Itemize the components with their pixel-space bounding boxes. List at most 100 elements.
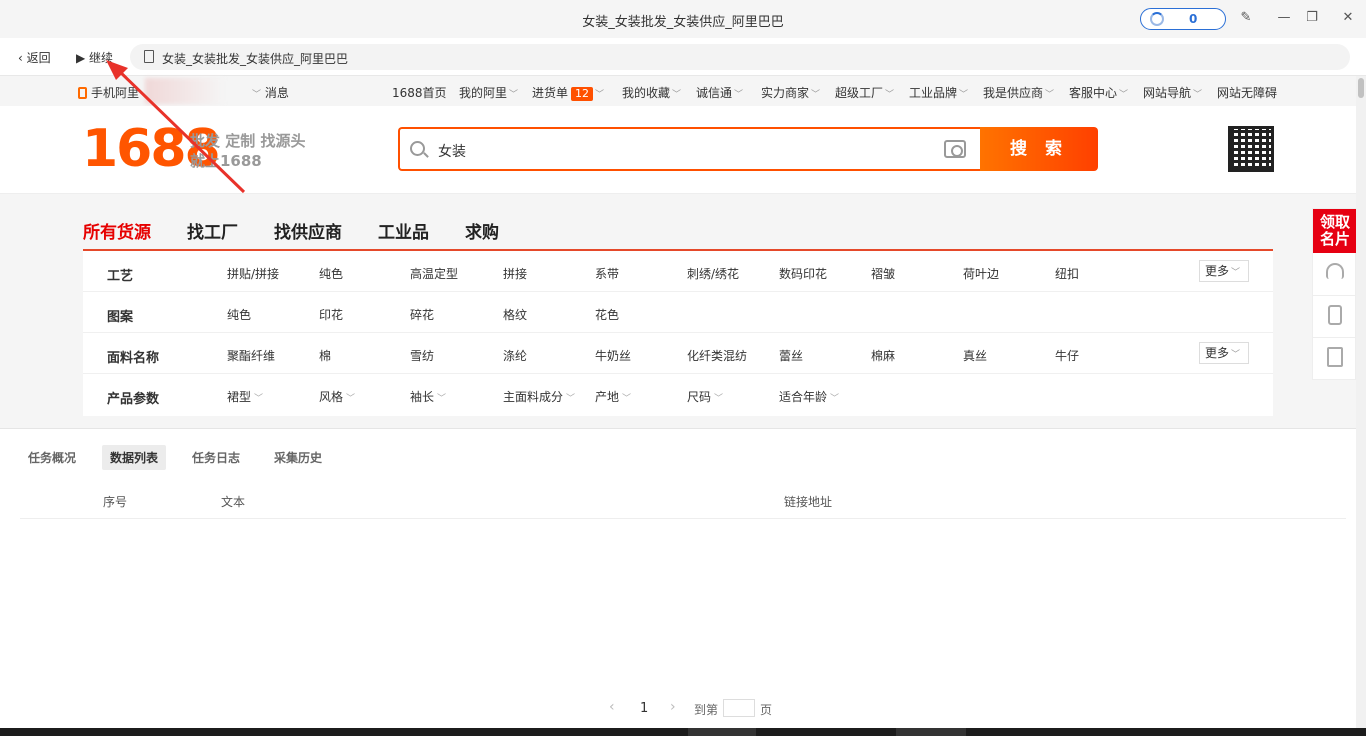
maximize-icon[interactable]: ❐: [1304, 10, 1320, 26]
tab-find-supplier[interactable]: 找供应商: [274, 218, 342, 243]
more-button[interactable]: 更多 ﹀: [1199, 342, 1249, 364]
dropdown-label: 裙型: [227, 390, 252, 404]
chevron-down-icon: ﹀: [1193, 90, 1203, 100]
filter-dropdown[interactable]: 袖长 ﹀: [410, 388, 446, 405]
filter-option[interactable]: 荷叶边: [963, 265, 999, 282]
browser-app: 女装_女装批发_女装供应_阿里巴巴 0 ✎ — ❐ ✕ ‹ 返回 ▶ 继续 女装…: [0, 0, 1366, 736]
chevron-down-icon: ﹀: [254, 394, 264, 404]
top-link-my-ali[interactable]: 我的阿里 ﹀: [459, 84, 518, 101]
tab-task-log[interactable]: 任务日志: [184, 445, 248, 470]
filter-dropdown[interactable]: 适合年龄 ﹀: [779, 388, 839, 405]
filter-label: 产品参数: [107, 392, 160, 407]
tab-data-list[interactable]: 数据列表: [102, 445, 167, 470]
tab-industrial[interactable]: 工业品: [378, 218, 429, 243]
edit-icon[interactable]: ✎: [1238, 10, 1254, 26]
tab-collect-history[interactable]: 采集历史: [266, 445, 330, 470]
chevron-down-icon: ﹀: [811, 90, 821, 100]
top-link-cart[interactable]: 进货单 12 ﹀: [532, 84, 604, 101]
search-button[interactable]: 搜 索: [980, 127, 1098, 171]
chevron-down-icon: ﹀: [734, 90, 744, 100]
taskbar-app[interactable]: [896, 728, 966, 736]
goto-label: 到第: [694, 703, 719, 717]
top-link-service[interactable]: 客服中心 ﹀: [1069, 84, 1128, 101]
dropdown-label: 产地: [595, 390, 620, 404]
filter-option[interactable]: 牛奶丝: [595, 347, 631, 364]
filter-option[interactable]: 拼贴/拼接: [227, 265, 279, 282]
next-page-icon[interactable]: ›: [670, 699, 676, 715]
prev-page-icon[interactable]: ‹: [609, 699, 615, 715]
top-link-supplier[interactable]: 我是供应商 ﹀: [983, 84, 1054, 101]
filter-option[interactable]: 刺绣/绣花: [687, 265, 739, 282]
address-bar[interactable]: 女装_女装批发_女装供应_阿里巴巴: [130, 44, 1350, 70]
continue-button[interactable]: ▶ 继续: [76, 49, 113, 66]
chevron-down-icon: ﹀: [959, 90, 969, 100]
filter-dropdown[interactable]: 风格 ﹀: [319, 388, 355, 405]
mobile-label: 手机阿里: [91, 86, 140, 100]
close-icon[interactable]: ✕: [1340, 10, 1356, 26]
top-link-super-factory[interactable]: 超级工厂 ﹀: [835, 84, 894, 101]
filter-option[interactable]: 高温定型: [410, 265, 458, 282]
filter-option[interactable]: 化纤类混纺: [687, 347, 747, 364]
filter-option[interactable]: 碎花: [410, 306, 434, 323]
current-page[interactable]: 1: [640, 701, 648, 716]
message-link[interactable]: ﹀ 消息: [250, 84, 289, 101]
top-link-site-nav[interactable]: 网站导航 ﹀: [1143, 84, 1202, 101]
taskbar-app[interactable]: [688, 728, 756, 736]
filter-option[interactable]: 纽扣: [1055, 265, 1079, 282]
chevron-down-icon: ﹀: [1231, 350, 1241, 360]
chevron-down-icon: ﹀: [509, 90, 519, 100]
filter-option[interactable]: 蕾丝: [779, 347, 803, 364]
filter-option[interactable]: 印花: [319, 306, 343, 323]
filter-option[interactable]: 牛仔: [1055, 347, 1079, 364]
top-link-strong-merchant[interactable]: 实力商家 ﹀: [761, 84, 820, 101]
feedback-icon[interactable]: [1327, 347, 1343, 367]
filter-option[interactable]: 真丝: [963, 347, 987, 364]
filter-dropdown[interactable]: 产地 ﹀: [595, 388, 631, 405]
continue-label: 继续: [89, 51, 114, 65]
filter-dropdown[interactable]: 裙型 ﹀: [227, 388, 263, 405]
get-card-button[interactable]: 领取名片: [1313, 209, 1357, 253]
filter-option[interactable]: 棉: [319, 347, 331, 364]
filter-option[interactable]: 褶皱: [871, 265, 895, 282]
mobile-alibaba-link[interactable]: 手机阿里: [78, 84, 139, 101]
filter-option[interactable]: 纯色: [319, 265, 343, 282]
filter-option[interactable]: 涤纶: [503, 347, 527, 364]
column-header-text: 文本: [221, 495, 246, 509]
mobile-icon[interactable]: [1328, 305, 1342, 325]
more-button[interactable]: 更多 ﹀: [1199, 260, 1249, 282]
tab-task-overview[interactable]: 任务概况: [20, 445, 84, 470]
back-button[interactable]: ‹ 返回: [18, 49, 51, 66]
filter-dropdown[interactable]: 主面料成分 ﹀: [503, 388, 575, 405]
filter-option[interactable]: 花色: [595, 306, 619, 323]
top-link-accessibility[interactable]: 网站无障碍: [1217, 84, 1277, 101]
filter-option[interactable]: 纯色: [227, 306, 251, 323]
tab-purchase[interactable]: 求购: [465, 218, 499, 243]
top-link-favorites[interactable]: 我的收藏 ﹀: [622, 84, 681, 101]
filter-option[interactable]: 拼接: [503, 265, 527, 282]
headset-icon[interactable]: [1326, 263, 1344, 279]
filter-option[interactable]: 棉麻: [871, 347, 895, 364]
top-link-home[interactable]: 1688首页: [392, 84, 447, 101]
task-counter[interactable]: 0: [1140, 8, 1226, 30]
scrollbar-thumb[interactable]: [1358, 78, 1364, 98]
dropdown-label: 适合年龄: [779, 390, 828, 404]
chevron-left-icon: ‹: [18, 51, 27, 65]
filter-option[interactable]: 数码印花: [779, 265, 827, 282]
filter-option[interactable]: 聚酯纤维: [227, 347, 275, 364]
page-scrollbar[interactable]: [1356, 76, 1366, 728]
tab-find-factory[interactable]: 找工厂: [187, 218, 238, 243]
search-input[interactable]: 女装: [398, 127, 982, 171]
filter-option[interactable]: 格纹: [503, 306, 527, 323]
minimize-icon[interactable]: —: [1276, 10, 1292, 26]
tab-all-sources[interactable]: 所有货源: [83, 218, 151, 243]
filter-dropdown[interactable]: 尺码 ﹀: [687, 388, 723, 405]
top-link-chengxintong[interactable]: 诚信通 ﹀: [696, 84, 743, 101]
top-link-industrial-brand[interactable]: 工业品牌 ﹀: [909, 84, 968, 101]
filter-option[interactable]: 系带: [595, 265, 619, 282]
filter-option[interactable]: 雪纺: [410, 347, 434, 364]
camera-icon[interactable]: [944, 140, 966, 158]
dropdown-label: 袖长: [410, 390, 435, 404]
top-link-label: 实力商家: [761, 86, 810, 100]
chevron-down-icon: ﹀: [885, 90, 895, 100]
page-number-input[interactable]: [723, 699, 755, 717]
